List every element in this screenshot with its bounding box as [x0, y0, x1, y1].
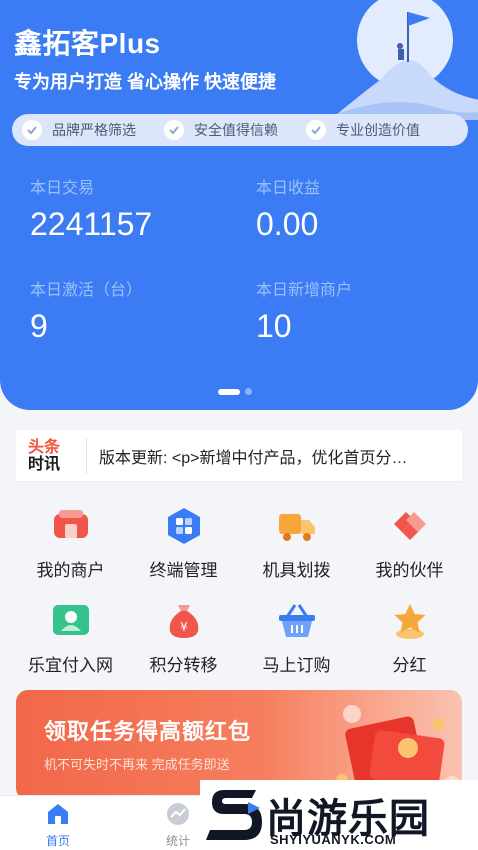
stat-label: 本日新增商户 [256, 282, 353, 299]
basket-icon [277, 601, 317, 641]
menu-item-my-merchants[interactable]: 我的商户 [14, 490, 127, 585]
menu-label: 分红 [392, 656, 427, 675]
watermark-logo-icon [206, 790, 262, 840]
menu-item-terminal-management[interactable]: 终端管理 [127, 490, 240, 585]
feature-label: 专业创造价值 [336, 122, 420, 138]
news-badge: 头条 时讯 [16, 439, 76, 473]
feature-label: 安全值得信赖 [194, 122, 278, 138]
stat-today-new-merchants: 本日新增商户 10 [256, 276, 352, 345]
truck-icon [277, 506, 317, 546]
feature-brand-screening: 品牌严格筛选 [22, 120, 136, 140]
quick-menu: 我的商户 终端管理 机具划拨 我的伙伴 乐宜付入网 ¥ 积分转移 马上订购 分红 [0, 490, 478, 685]
feature-security: 安全值得信赖 [164, 120, 278, 140]
check-circle-icon [164, 120, 184, 140]
feature-label: 品牌严格筛选 [52, 122, 136, 138]
star-icon [390, 601, 430, 641]
tab-label: 首页 [45, 834, 70, 848]
home-icon [48, 804, 68, 824]
news-badge-line2: 时讯 [28, 455, 61, 473]
stat-value: 9 [30, 308, 48, 344]
site-watermark: 尚游乐园 SHYIYUANYK.COM [200, 780, 478, 850]
app-slogan: 专为用户打造 省心操作 快速便捷 [14, 72, 277, 92]
stat-today-activations: 本日激活（台） 9 [30, 276, 142, 345]
menu-label: 终端管理 [149, 561, 218, 580]
watermark-url: SHYIYUANYK.COM [270, 832, 397, 847]
menu-item-device-transfer[interactable]: 机具划拨 [240, 490, 353, 585]
menu-label: 机具划拨 [262, 561, 331, 580]
menu-item-leyifu-onboarding[interactable]: 乐宜付入网 [14, 585, 127, 680]
tab-label: 统计 [165, 834, 190, 848]
app-title: 鑫拓客Plus [14, 28, 161, 59]
feature-professional: 专业创造价值 [306, 120, 420, 140]
news-badge-line1: 头条 [28, 438, 61, 456]
menu-label: 我的商户 [36, 561, 105, 580]
feature-strip: 品牌严格筛选 安全值得信赖 专业创造价值 [12, 114, 468, 146]
stat-value: 2241157 [30, 206, 153, 242]
stat-today-transactions: 本日交易 2241157 [30, 174, 152, 243]
merchant-icon [51, 506, 91, 546]
stat-value: 10 [256, 308, 292, 344]
stat-today-earnings: 本日收益 0.00 [256, 174, 320, 243]
menu-label: 我的伙伴 [375, 561, 444, 580]
menu-item-points-transfer[interactable]: ¥ 积分转移 [127, 585, 240, 680]
carousel-indicator [218, 388, 252, 395]
stat-label: 本日激活（台） [30, 282, 143, 299]
handshake-icon [390, 506, 430, 546]
banner-title: 领取任务得高额红包 [44, 719, 252, 744]
carousel-dot-active[interactable] [218, 388, 240, 395]
stat-label: 本日收益 [256, 180, 321, 197]
menu-item-my-partners[interactable]: 我的伙伴 [353, 490, 466, 585]
hero-header: 鑫拓客Plus 专为用户打造 省心操作 快速便捷 品牌严格筛选 安全值得信赖 专 [0, 0, 478, 410]
menu-label: 积分转移 [149, 656, 218, 675]
tab-home[interactable]: 首页 [28, 802, 88, 849]
money-bag-icon: ¥ [164, 601, 204, 641]
news-headline[interactable]: 版本更新: <p>新增中付产品，优化首页分… [99, 444, 439, 468]
menu-item-order-now[interactable]: 马上订购 [240, 585, 353, 680]
terminal-grid-icon [164, 506, 204, 546]
menu-label: 乐宜付入网 [28, 656, 113, 675]
stat-label: 本日交易 [30, 180, 95, 197]
user-card-icon [51, 601, 91, 641]
stat-value: 0.00 [256, 206, 319, 242]
check-circle-icon [306, 120, 326, 140]
mountain-flag-illustration [320, 0, 478, 120]
stats-icon [167, 803, 189, 825]
check-circle-icon [22, 120, 42, 140]
carousel-dot[interactable] [245, 388, 252, 395]
banner-subtitle: 机不可失时不再来 完成任务即送 [44, 757, 230, 772]
menu-item-dividends[interactable]: 分红 [353, 585, 466, 680]
menu-label: 马上订购 [262, 656, 331, 675]
divider [86, 437, 87, 474]
tab-stats[interactable]: 统计 [148, 802, 208, 849]
news-ticker[interactable]: 头条 时讯 版本更新: <p>新增中付产品，优化首页分… [16, 430, 462, 482]
svg-text:¥: ¥ [180, 620, 188, 634]
